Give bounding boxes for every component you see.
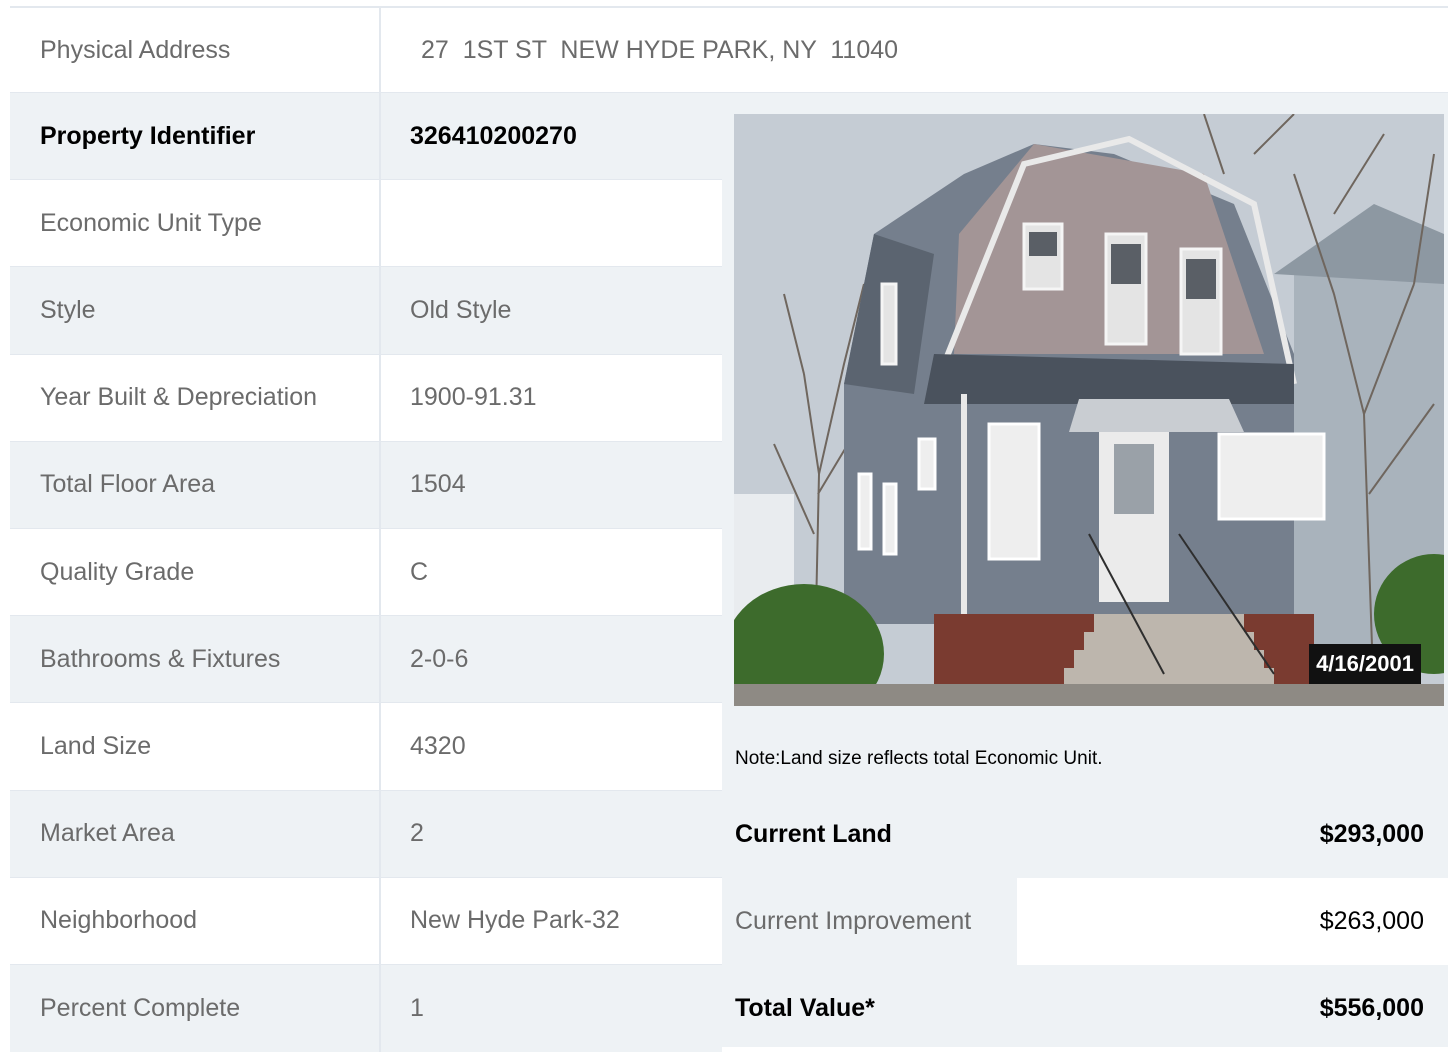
detail-label: Quality Grade: [10, 528, 381, 616]
address-row: Physical Address 27 1ST ST NEW HYDE PARK…: [10, 6, 1448, 93]
value-row-total-value: Total Value* $556,000: [722, 965, 1448, 1052]
detail-label: Year Built & Depreciation: [10, 354, 381, 441]
detail-label: Neighborhood: [10, 877, 381, 964]
detail-row-quality-grade: Quality Grade C: [10, 528, 722, 617]
detail-label: Percent Complete: [10, 964, 381, 1052]
detail-row-total-floor-area: Total Floor Area 1504: [10, 441, 722, 529]
property-photo[interactable]: 4/16/2001: [734, 114, 1444, 706]
detail-value: 1: [410, 993, 424, 1022]
detail-value: 4320: [410, 731, 466, 760]
detail-label: Total Floor Area: [10, 441, 381, 528]
address-value: 27 1ST ST NEW HYDE PARK, NY 11040: [421, 36, 899, 64]
property-details-table: Property Identifier 326410200270 Economi…: [10, 93, 722, 1052]
detail-row-bathrooms: Bathrooms & Fixtures 2-0-6: [10, 616, 722, 704]
detail-label: Market Area: [10, 790, 381, 877]
detail-label: Style: [10, 267, 381, 354]
detail-value: [381, 180, 722, 266]
detail-row-land-size: Land Size 4320: [10, 703, 722, 791]
detail-value: 1504: [410, 470, 466, 499]
land-size-note: Note:Land size reflects total Economic U…: [735, 748, 1103, 769]
detail-label: Bathrooms & Fixtures: [10, 616, 381, 703]
detail-row-neighborhood: Neighborhood New Hyde Park-32: [10, 877, 722, 965]
valuation-panel: 4/16/2001 Note:Land size reflects total …: [722, 93, 1448, 1047]
detail-row-property-identifier: Property Identifier 326410200270: [10, 93, 722, 181]
detail-row-percent-complete: Percent Complete 1: [10, 964, 722, 1052]
value-label: Current Improvement: [735, 907, 972, 935]
detail-row-style: Style Old Style: [10, 267, 722, 355]
value-amount: $293,000: [1319, 820, 1424, 848]
detail-row-year-built: Year Built & Depreciation 1900-91.31: [10, 354, 722, 442]
detail-value: 2: [410, 819, 424, 848]
value-label: Total Value*: [735, 994, 875, 1022]
detail-value: New Hyde Park-32: [410, 906, 620, 935]
detail-label: Land Size: [10, 703, 381, 790]
house-illustration: 4/16/2001: [734, 114, 1444, 706]
value-row-current-land: Current Land $293,000: [722, 791, 1448, 878]
photo-date-stamp: 4/16/2001: [1316, 651, 1414, 676]
detail-value: 2-0-6: [410, 644, 469, 673]
detail-row-economic-unit-type: Economic Unit Type: [10, 180, 722, 268]
detail-value: Old Style: [410, 295, 512, 324]
detail-label: Economic Unit Type: [10, 180, 381, 267]
detail-value: 1900-91.31: [410, 383, 537, 412]
value-label: Current Land: [735, 820, 892, 848]
detail-value: C: [410, 557, 429, 586]
value-amount: $556,000: [1319, 994, 1424, 1022]
address-label: Physical Address: [10, 8, 381, 93]
value-amount: $263,000: [1017, 878, 1448, 965]
value-row-current-improvement: Current Improvement $263,000: [722, 878, 1448, 965]
detail-value: 326410200270: [410, 121, 577, 150]
detail-label: Property Identifier: [10, 93, 381, 180]
detail-row-market-area: Market Area 2: [10, 790, 722, 878]
